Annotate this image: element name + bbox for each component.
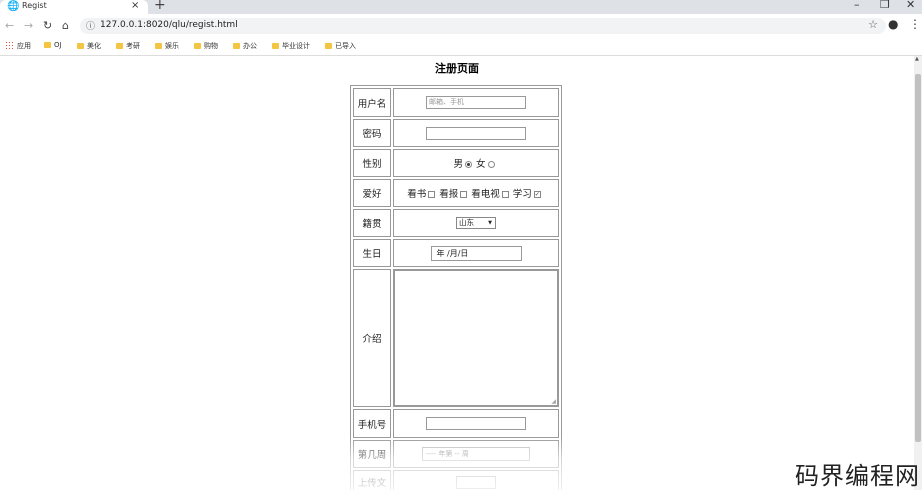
window-close-icon[interactable]: ✕ <box>906 0 915 11</box>
browser-toolbar: ← → ↻ ⌂ ⓘ 127.0.0.1:8020/qlu/regist.html… <box>0 14 922 38</box>
row-intro: 介绍 ◢ <box>353 269 559 407</box>
info-icon[interactable]: ⓘ <box>86 19 95 32</box>
label-week: 第几周 <box>353 440 391 468</box>
bookmark-kaoyan[interactable]: 考研 <box>116 41 140 51</box>
bookmarks-bar: 应用 OJ 美化 考研 娱乐 购物 办公 毕业设计 已导入 <box>0 38 922 56</box>
vertical-scrollbar[interactable]: ▲ <box>914 56 922 490</box>
row-username: 用户名 邮箱、手机 <box>353 88 559 117</box>
birthday-date-input[interactable]: 年 /月/日 <box>430 245 522 261</box>
week-input[interactable]: ---- 年第 -- 周 <box>422 447 530 461</box>
globe-icon: 🌐 <box>7 1 20 12</box>
hobby-tv-checkbox[interactable] <box>501 191 509 198</box>
folder-icon <box>116 43 123 49</box>
row-hometown: 籍贯 山东 ▼ <box>353 209 559 237</box>
label-gender: 性别 <box>353 149 391 177</box>
intro-textarea[interactable]: ◢ <box>394 270 558 406</box>
url-text: 127.0.0.1:8020/qlu/regist.html <box>100 20 238 30</box>
page-title: 注册页面 <box>435 62 479 75</box>
scroll-up-arrow-icon[interactable]: ▲ <box>915 56 919 62</box>
password-input[interactable] <box>426 126 526 140</box>
username-input[interactable]: 邮箱、手机 <box>426 96 526 109</box>
hometown-selected-value: 山东 <box>459 218 474 227</box>
bookmark-office[interactable]: 办公 <box>233 41 257 51</box>
folder-icon <box>77 43 84 49</box>
gender-female-radio[interactable] <box>487 161 495 168</box>
scrollbar-thumb[interactable] <box>915 74 921 442</box>
hobby-reading-label: 看书 <box>407 189 427 200</box>
row-gender: 性别 男女 <box>353 149 559 177</box>
plus-icon[interactable]: + <box>154 0 166 13</box>
forward-arrow-icon[interactable]: → <box>24 19 33 32</box>
folder-icon <box>325 43 332 49</box>
folder-icon <box>272 43 279 49</box>
tab-strip: 🌐 Regist × + – ❐ ✕ <box>0 0 922 14</box>
bookmark-oj[interactable]: OJ <box>44 41 62 49</box>
tab-regist[interactable]: 🌐 Regist × <box>0 0 148 14</box>
bookmark-entertainment[interactable]: 娱乐 <box>155 41 179 51</box>
cell-hobby: 看书 看报 看电视 学习 ✓ <box>393 179 559 207</box>
folder-icon <box>233 43 240 49</box>
page-content: 注册页面 用户名 邮箱、手机 密码 性别 男女 爱好 看书 看报 看电视 学习 ✓ <box>0 56 914 490</box>
cell-hometown: 山东 ▼ <box>393 209 559 237</box>
upload-file-button[interactable] <box>456 475 496 489</box>
row-birthday: 生日 年 /月/日 <box>353 239 559 267</box>
address-bar[interactable]: ⓘ 127.0.0.1:8020/qlu/regist.html ☆ <box>80 18 886 34</box>
folder-icon <box>44 42 51 48</box>
cell-intro: ◢ <box>393 269 559 407</box>
label-intro: 介绍 <box>353 269 391 407</box>
label-birthday: 生日 <box>353 239 391 267</box>
cell-gender: 男女 <box>393 149 559 177</box>
reload-icon[interactable]: ↻ <box>43 19 52 32</box>
bookmark-graduation[interactable]: 毕业设计 <box>272 41 310 51</box>
cell-username: 邮箱、手机 <box>393 88 559 117</box>
folder-icon <box>194 43 201 49</box>
row-week: 第几周 ---- 年第 -- 周 <box>353 440 559 468</box>
row-upload: 上传文 <box>353 470 559 490</box>
home-icon[interactable]: ⌂ <box>62 19 69 32</box>
hobby-reading-checkbox[interactable] <box>428 191 436 198</box>
label-hometown: 籍贯 <box>353 209 391 237</box>
cell-week: ---- 年第 -- 周 <box>393 440 559 468</box>
row-hobby: 爱好 看书 看报 看电视 学习 ✓ <box>353 179 559 207</box>
gender-male-radio[interactable] <box>465 161 472 168</box>
back-arrow-icon[interactable]: ← <box>5 19 14 32</box>
bookmark-shopping[interactable]: 购物 <box>194 41 218 51</box>
tab-title: Regist <box>22 1 47 10</box>
gender-female-label: 女 <box>476 159 486 170</box>
label-hobby: 爱好 <box>353 179 391 207</box>
account-icon[interactable]: ● <box>888 17 898 31</box>
star-icon[interactable]: ☆ <box>868 18 878 31</box>
dropdown-arrow-icon: ▼ <box>488 220 492 226</box>
cell-phone <box>393 409 559 438</box>
cell-password <box>393 119 559 147</box>
hobby-tv-label: 看电视 <box>471 189 500 200</box>
hobby-study-label: 学习 <box>512 189 532 200</box>
hobby-newspaper-checkbox[interactable] <box>460 191 468 198</box>
gender-male-label: 男 <box>453 159 463 170</box>
folder-icon <box>155 43 162 49</box>
close-icon[interactable]: × <box>131 0 139 11</box>
restore-icon[interactable]: ❐ <box>880 0 890 11</box>
bookmark-imported[interactable]: 已导入 <box>325 41 356 51</box>
cell-birthday: 年 /月/日 <box>393 239 559 267</box>
cell-upload <box>393 470 559 490</box>
row-password: 密码 <box>353 119 559 147</box>
watermark: 码界编程网 <box>795 462 920 490</box>
register-form-table: 用户名 邮箱、手机 密码 性别 男女 爱好 看书看报看电视学习✓ 籍贯 <box>350 85 562 490</box>
bookmark-beautify[interactable]: 美化 <box>77 41 101 51</box>
label-username: 用户名 <box>353 88 391 117</box>
hobby-newspaper-label: 看报 <box>439 189 459 200</box>
apps-grid-icon <box>5 41 13 49</box>
label-phone: 手机号 <box>353 409 391 438</box>
hometown-select[interactable]: 山东 ▼ <box>456 217 496 229</box>
label-password: 密码 <box>353 119 391 147</box>
label-upload: 上传文 <box>353 470 391 490</box>
bookmark-apps[interactable]: 应用 <box>5 41 31 51</box>
phone-input[interactable] <box>426 417 526 430</box>
row-phone: 手机号 <box>353 409 559 438</box>
kebab-menu-icon[interactable]: ⋮ <box>909 17 921 31</box>
resize-grip-icon[interactable]: ◢ <box>551 398 556 405</box>
minimize-icon[interactable]: – <box>854 0 860 11</box>
hobby-study-checkbox[interactable]: ✓ <box>533 191 541 198</box>
